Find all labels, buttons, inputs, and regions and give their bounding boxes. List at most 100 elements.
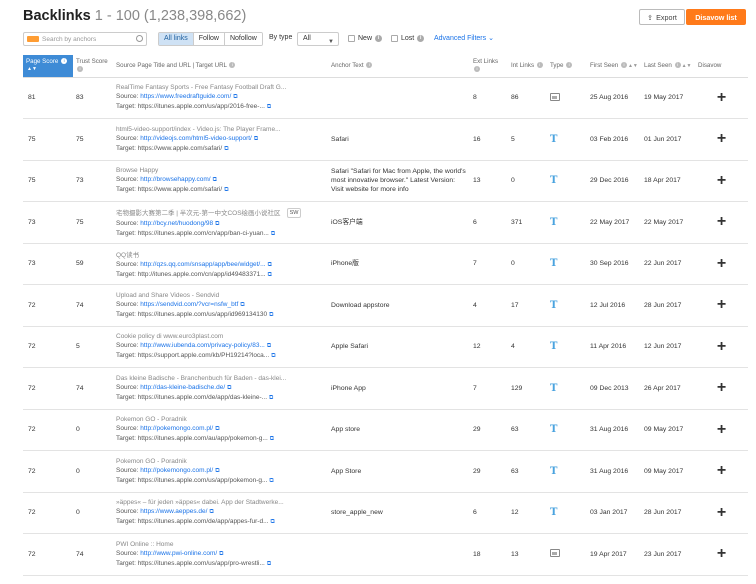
add-to-disavow-icon[interactable]: +: [698, 546, 745, 562]
source-page-title: Browse Happy: [116, 167, 325, 174]
add-to-disavow-icon[interactable]: +: [698, 89, 745, 106]
anchor-text-cell: App store: [328, 409, 470, 451]
external-link-icon[interactable]: ⧉: [209, 509, 213, 516]
segment-nofollow[interactable]: Nofollow: [224, 33, 262, 45]
type-cell: T: [547, 367, 587, 410]
external-link-icon[interactable]: ⧉: [224, 146, 228, 153]
anchor-text-cell: Safari: [328, 118, 470, 161]
trust-score-cell: 75: [73, 118, 113, 161]
external-link-icon[interactable]: ⧉: [267, 561, 271, 568]
external-link-icon[interactable]: ⧉: [215, 468, 219, 475]
external-link-icon[interactable]: ⧉: [219, 551, 223, 558]
external-link-icon[interactable]: ⧉: [269, 478, 273, 485]
segment-follow[interactable]: Follow: [193, 33, 225, 45]
search-icon[interactable]: [136, 35, 143, 42]
source-cell: Cookie policy di www.euro3plast.com Sourc…: [113, 326, 328, 368]
add-to-disavow-icon[interactable]: +: [698, 131, 745, 147]
lost-checkbox[interactable]: [391, 35, 398, 42]
external-link-icon[interactable]: ⧉: [271, 353, 275, 360]
add-to-disavow-icon[interactable]: +: [698, 463, 745, 479]
target-line: Target: https://www.apple.com/safari/⧉: [116, 186, 325, 194]
external-link-icon[interactable]: ⧉: [240, 302, 244, 309]
add-to-disavow-icon[interactable]: +: [698, 421, 745, 438]
target-url: https://itunes.apple.com/de/app/das-klei…: [137, 393, 268, 401]
info-icon: i: [566, 62, 573, 69]
add-to-disavow-icon[interactable]: +: [698, 297, 745, 313]
lost-filter[interactable]: Lost i: [391, 35, 425, 42]
external-link-icon[interactable]: ⧉: [224, 187, 228, 194]
col-trust-score[interactable]: Trust Score i: [73, 55, 113, 78]
external-link-icon[interactable]: ⧉: [254, 136, 258, 143]
type-select[interactable]: All ▼: [297, 32, 339, 46]
anchor-text-cell: iOS客户端: [328, 201, 470, 244]
type-select-value: All: [303, 35, 311, 42]
target-line: Target: https://itunes.apple.com/us/app/…: [116, 103, 325, 111]
external-link-icon[interactable]: ⧉: [269, 312, 273, 319]
type-cell: T: [547, 160, 587, 202]
source-url-link[interactable]: http://pokemongo.com.pl/: [140, 425, 213, 432]
add-to-disavow-icon[interactable]: +: [698, 255, 745, 272]
external-link-icon[interactable]: ⧉: [267, 104, 271, 111]
table-row: 72 74 PWI Online :: Home Source: http://www…: [23, 533, 748, 576]
source-url-link[interactable]: http://das-kleine-badische.de/: [140, 384, 225, 391]
disavow-cell: +: [695, 533, 748, 576]
source-url-link[interactable]: http://qzs.qq.com/snsapp/app/bee/widget/…: [140, 261, 265, 268]
col-int-links[interactable]: Int Links i: [508, 55, 547, 78]
table-body: 81 83 RealTime Fantasy Sports - Free Fanta…: [23, 77, 748, 576]
target-url: http://itunes.apple.com/cn/app/id4948337…: [137, 270, 266, 278]
col-page-score[interactable]: Page Score i ▲▼: [23, 55, 73, 78]
search-input[interactable]: Search by anchors: [23, 32, 147, 46]
external-link-icon[interactable]: ⧉: [233, 94, 237, 101]
external-link-icon[interactable]: ⧉: [213, 177, 217, 184]
external-link-icon[interactable]: ⧉: [268, 272, 272, 279]
external-link-icon[interactable]: ⧉: [271, 519, 275, 526]
advanced-filters-link[interactable]: Advanced Filters ⌄: [434, 34, 494, 42]
source-url-link[interactable]: http://www.iubenda.com/privacy-policy/83…: [140, 342, 265, 349]
col-ext-links[interactable]: Ext Links i: [470, 55, 508, 78]
text-link-icon: T: [550, 424, 558, 436]
add-to-disavow-icon[interactable]: +: [698, 214, 745, 230]
source-url-link[interactable]: https://www.aeppes.de/: [140, 508, 207, 515]
source-line: Source: https://sendvid.com/?vcr=nsfw_bt…: [116, 301, 325, 309]
source-url-link[interactable]: http://bcy.net/huodong/98: [140, 220, 213, 227]
external-link-icon[interactable]: ⧉: [268, 262, 272, 269]
disavow-list-button[interactable]: Disavow list: [686, 9, 746, 25]
external-link-icon[interactable]: ⧉: [227, 385, 231, 392]
col-last-seen[interactable]: Last Seen i ▲▼: [641, 55, 695, 78]
source-url-link[interactable]: https://sendvid.com/?vcr=nsfw_btf: [140, 301, 238, 308]
ext-links-cell: 16: [470, 118, 508, 161]
external-link-icon[interactable]: ⧉: [269, 395, 273, 402]
export-icon: ⇪: [647, 12, 654, 22]
int-links-cell: 4: [508, 326, 547, 368]
new-checkbox[interactable]: [348, 35, 355, 42]
target-label: Target:: [116, 270, 136, 278]
target-url: https://itunes.apple.com/us/app/pro-wres…: [137, 559, 265, 567]
export-button[interactable]: ⇪ Export: [639, 9, 685, 25]
add-to-disavow-icon[interactable]: +: [698, 504, 745, 521]
segment-all-links[interactable]: All links: [159, 33, 194, 45]
external-link-icon[interactable]: ⧉: [215, 426, 219, 433]
add-to-disavow-icon[interactable]: +: [698, 338, 745, 355]
source-url-link[interactable]: http://pokemongo.com.pl/: [140, 467, 213, 474]
source-url-link[interactable]: http://browsehappy.com/: [140, 176, 210, 183]
page-score-cell: 72: [23, 284, 73, 327]
external-link-icon[interactable]: ⧉: [270, 436, 274, 443]
external-link-icon[interactable]: ⧉: [271, 231, 275, 238]
source-page-title: QQ读书: [116, 249, 325, 259]
source-url-link[interactable]: http://videojs.com/html5-video-support/: [140, 135, 252, 142]
add-to-disavow-icon[interactable]: +: [698, 172, 745, 189]
col-first-seen[interactable]: First Seen i ▲▼: [587, 55, 641, 78]
int-links-cell: 13: [508, 533, 547, 576]
page-score-cell: 73: [23, 201, 73, 244]
source-url-link[interactable]: https://www.freedraftguide.com/: [140, 93, 231, 100]
source-line: Source: http://das-kleine-badische.de/⧉: [116, 384, 325, 392]
image-link-icon: [550, 549, 560, 558]
add-to-disavow-icon[interactable]: +: [698, 380, 745, 396]
anchor-text-cell: Safari "Safari for Mac from Apple, the w…: [328, 160, 470, 202]
new-filter[interactable]: New i: [348, 35, 383, 42]
external-link-icon[interactable]: ⧉: [267, 343, 271, 350]
external-link-icon[interactable]: ⧉: [215, 221, 219, 228]
source-url-link[interactable]: http://www.pwi-online.com/: [140, 550, 217, 557]
source-cell: Pokemon GO - Poradnik Source: http://poke…: [113, 450, 328, 493]
source-cell: Browse Happy Source: http://browsehappy.c…: [113, 160, 328, 202]
